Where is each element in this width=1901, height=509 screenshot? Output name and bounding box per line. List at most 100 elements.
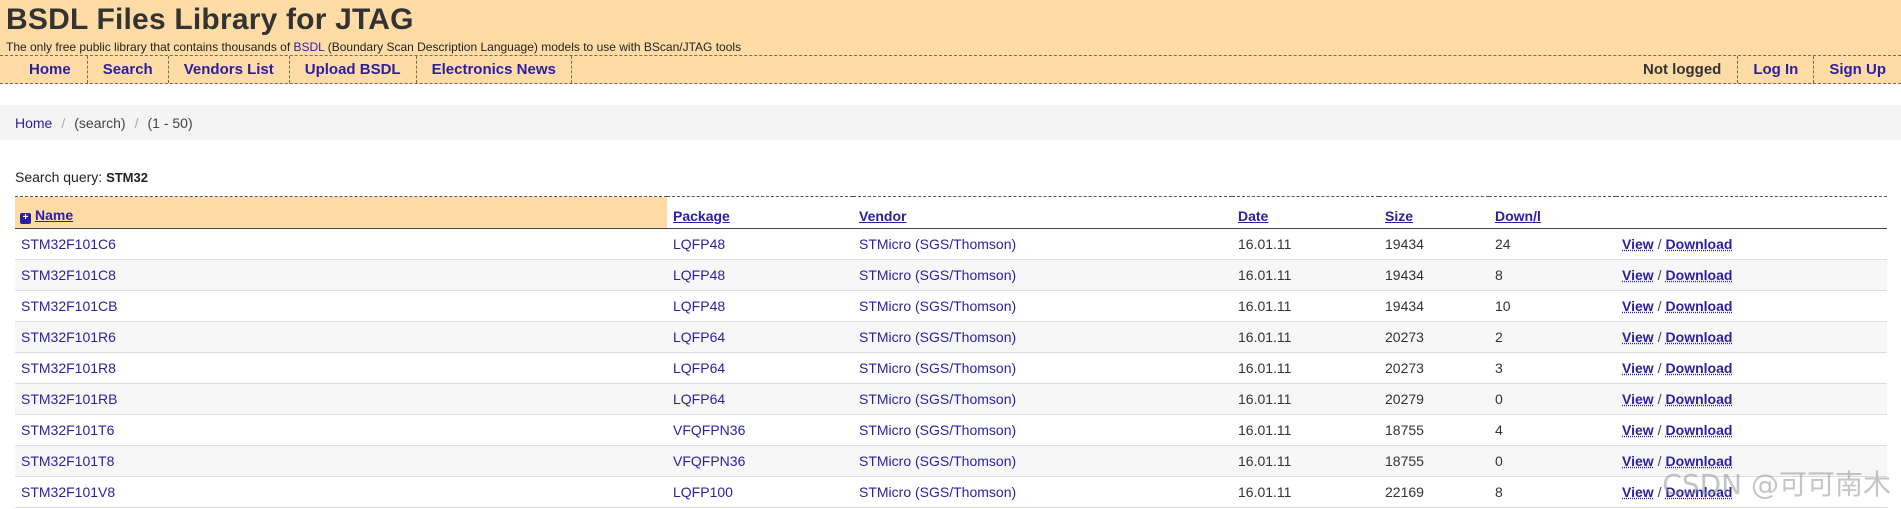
view-link[interactable]: View [1622,391,1654,407]
cell-name[interactable]: STM32F101RB [15,383,667,415]
cell-actions: View / Download [1616,414,1887,446]
cell-actions: View / Download [1616,476,1887,508]
cell-vendor[interactable]: STMicro (SGS/Thomson) [853,352,1232,384]
cell-package[interactable]: LQFP64 [667,321,853,353]
results-body: STM32F101C6 LQFP48 STMicro (SGS/Thomson) 16… [15,228,1887,508]
nav-search[interactable]: Search [88,56,169,83]
search-query: Search query: STM32 [15,169,148,185]
cell-package[interactable]: LQFP64 [667,352,853,384]
results-table: + Name Package Vendor Date Size Down/l ST… [15,196,1887,508]
cell-package[interactable]: LQFP48 [667,259,853,291]
download-link[interactable]: Download [1666,453,1733,469]
site-title: BSDL Files Library for JTAG [6,3,414,36]
action-separator: / [1657,422,1662,438]
download-link[interactable]: Download [1666,298,1733,314]
breadcrumb-home[interactable]: Home [15,115,52,131]
cell-name[interactable]: STM32F101C8 [15,259,667,291]
cell-package[interactable]: LQFP48 [667,290,853,322]
view-link[interactable]: View [1622,484,1654,500]
cell-vendor[interactable]: STMicro (SGS/Thomson) [853,445,1232,477]
action-separator: / [1657,236,1662,252]
table-row: STM32F101R8 LQFP64 STMicro (SGS/Thomson) 16… [15,352,1887,384]
cell-vendor[interactable]: STMicro (SGS/Thomson) [853,228,1232,260]
cell-package[interactable]: LQFP64 [667,383,853,415]
nav-home[interactable]: Home [0,56,88,83]
action-separator: / [1657,484,1662,500]
cell-name[interactable]: STM32F101V8 [15,476,667,508]
breadcrumb-range: (1 - 50) [147,114,193,131]
cell-date: 16.01.11 [1232,259,1379,291]
cell-name[interactable]: STM32F101T8 [15,445,667,477]
action-separator: / [1657,360,1662,376]
tagline-text-before: The only free public library that contai… [6,40,294,54]
action-separator: / [1657,329,1662,345]
view-link[interactable]: View [1622,329,1654,345]
header-name[interactable]: + Name [15,196,667,229]
cell-actions: View / Download [1616,228,1887,260]
cell-name[interactable]: STM32F101T6 [15,414,667,446]
cell-size: 20279 [1379,383,1489,415]
cell-downloads: 10 [1489,290,1616,322]
nav-sign-up[interactable]: Sign Up [1813,56,1901,83]
cell-name[interactable]: STM32F101R8 [15,352,667,384]
header-date[interactable]: Date [1232,196,1379,229]
cell-size: 18755 [1379,414,1489,446]
bsdl-link[interactable]: BSDL [294,40,325,54]
cell-size: 18755 [1379,445,1489,477]
cell-package[interactable]: LQFP48 [667,228,853,260]
cell-vendor[interactable]: STMicro (SGS/Thomson) [853,259,1232,291]
cell-name[interactable]: STM32F101CB [15,290,667,322]
download-link[interactable]: Download [1666,360,1733,376]
cell-downloads: 0 [1489,445,1616,477]
cell-vendor[interactable]: STMicro (SGS/Thomson) [853,290,1232,322]
header-vendor[interactable]: Vendor [853,196,1232,229]
view-link[interactable]: View [1622,360,1654,376]
table-row: STM32F101T6 VFQFPN36 STMicro (SGS/Thomson)… [15,414,1887,446]
cell-date: 16.01.11 [1232,321,1379,353]
download-link[interactable]: Download [1666,329,1733,345]
view-link[interactable]: View [1622,422,1654,438]
cell-actions: View / Download [1616,259,1887,291]
header-package[interactable]: Package [667,196,853,229]
cell-downloads: 24 [1489,228,1616,260]
header-size[interactable]: Size [1379,196,1489,229]
cell-vendor[interactable]: STMicro (SGS/Thomson) [853,476,1232,508]
cell-date: 16.01.11 [1232,414,1379,446]
download-link[interactable]: Download [1666,391,1733,407]
nav-vendors-list[interactable]: Vendors List [169,56,290,83]
download-link[interactable]: Download [1666,236,1733,252]
view-link[interactable]: View [1622,298,1654,314]
table-row: STM32F101CB LQFP48 STMicro (SGS/Thomson) 16… [15,290,1887,322]
breadcrumb-separator: / [134,114,139,131]
header-downloads[interactable]: Down/l [1489,196,1616,229]
cell-package[interactable]: VFQFPN36 [667,414,853,446]
nav-log-in[interactable]: Log In [1737,56,1813,83]
cell-downloads: 8 [1489,476,1616,508]
cell-package[interactable]: VFQFPN36 [667,445,853,477]
download-link[interactable]: Download [1666,267,1733,283]
search-query-value: STM32 [106,170,148,185]
download-link[interactable]: Download [1666,422,1733,438]
cell-date: 16.01.11 [1232,383,1379,415]
cell-size: 20273 [1379,321,1489,353]
cell-size: 22169 [1379,476,1489,508]
cell-package[interactable]: LQFP100 [667,476,853,508]
nav-right: Not logged Log In Sign Up [1628,56,1901,83]
cell-name[interactable]: STM32F101C6 [15,228,667,260]
breadcrumb-separator: / [61,114,66,131]
cell-vendor[interactable]: STMicro (SGS/Thomson) [853,383,1232,415]
view-link[interactable]: View [1622,453,1654,469]
cell-downloads: 2 [1489,321,1616,353]
login-status: Not logged [1643,61,1722,78]
breadcrumb-search: (search) [74,114,126,131]
main-navbar: Home Search Vendors List Upload BSDL Ele… [0,55,1901,84]
cell-vendor[interactable]: STMicro (SGS/Thomson) [853,321,1232,353]
download-link[interactable]: Download [1666,484,1733,500]
cell-date: 16.01.11 [1232,476,1379,508]
cell-name[interactable]: STM32F101R6 [15,321,667,353]
cell-vendor[interactable]: STMicro (SGS/Thomson) [853,414,1232,446]
nav-upload-bsdl[interactable]: Upload BSDL [290,56,417,83]
view-link[interactable]: View [1622,267,1654,283]
nav-electronics-news[interactable]: Electronics News [417,56,572,83]
view-link[interactable]: View [1622,236,1654,252]
